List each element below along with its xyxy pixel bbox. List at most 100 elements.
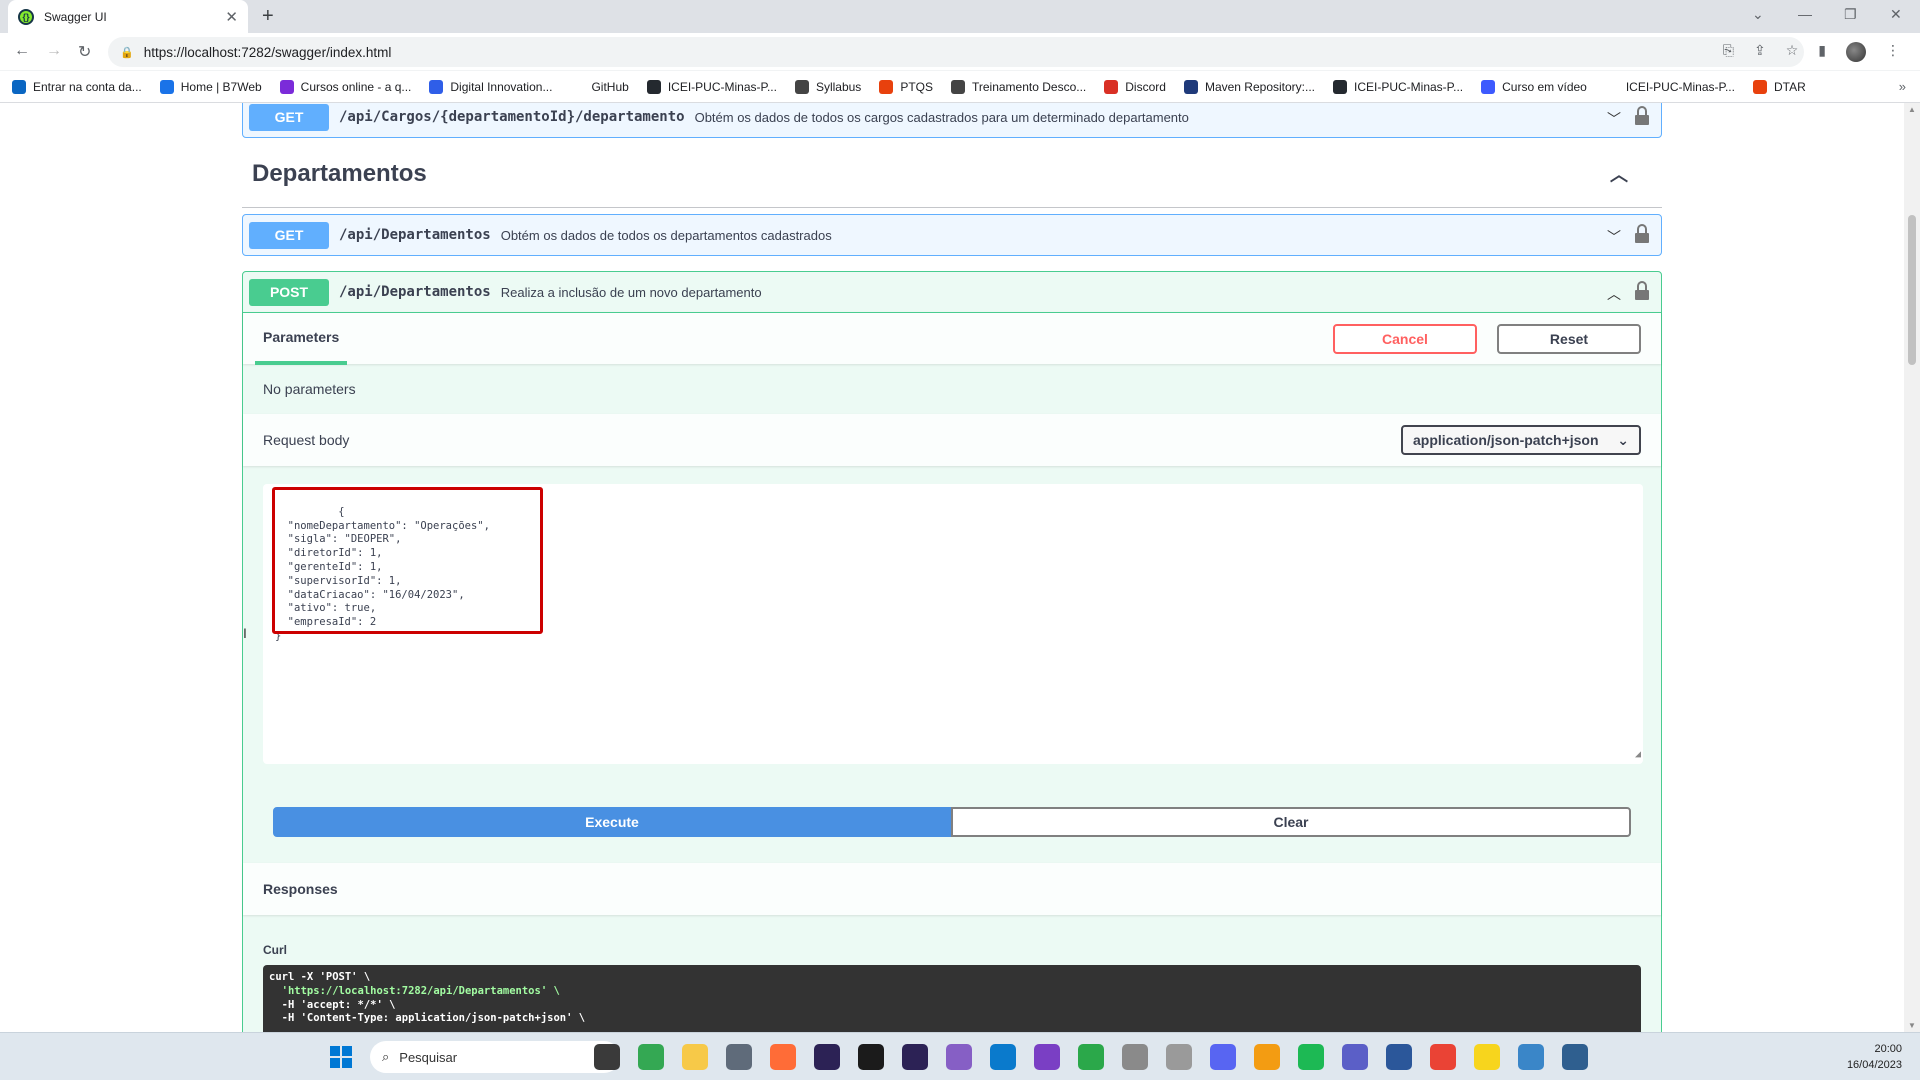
bookmark-item[interactable]: PTQS: [879, 79, 933, 94]
page-scrollbar[interactable]: ▲ ▼: [1904, 103, 1920, 1032]
browser-tab[interactable]: {} Swagger UI ✕: [8, 0, 248, 33]
teams-icon[interactable]: [1342, 1044, 1368, 1070]
bookmark-favicon-icon: [1604, 79, 1619, 94]
section-departamentos[interactable]: Departamentos ︿: [242, 140, 1662, 208]
reload-icon[interactable]: ↻: [78, 42, 91, 62]
cancel-button[interactable]: Cancel: [1333, 323, 1477, 354]
forward-icon[interactable]: →: [46, 42, 62, 60]
lock-icon[interactable]: [1635, 281, 1649, 301]
chevron-up-icon[interactable]: ︿: [1610, 161, 1628, 187]
postman-icon[interactable]: [770, 1044, 796, 1070]
box-icon[interactable]: [1254, 1044, 1280, 1070]
system-clock[interactable]: 20:00 16/04/2023: [1847, 1041, 1902, 1073]
content-type-select[interactable]: application/json-patch+json ⌄: [1401, 425, 1641, 455]
spotify-icon[interactable]: [1298, 1044, 1324, 1070]
request-body-label: Request body: [263, 432, 350, 448]
new-tab-icon[interactable]: +: [262, 5, 274, 28]
execute-button[interactable]: Execute: [273, 807, 951, 837]
bookmark-item[interactable]: GitHub: [570, 79, 629, 94]
bookmark-item[interactable]: ICEI-PUC-Minas-P...: [646, 79, 777, 94]
chrome2-icon[interactable]: [1430, 1044, 1456, 1070]
bookmark-item[interactable]: Syllabus: [794, 79, 861, 94]
bookmark-favicon-icon: [1333, 79, 1347, 94]
star-icon[interactable]: ☆: [1786, 42, 1799, 62]
chrome-icon[interactable]: [638, 1044, 664, 1070]
address-bar[interactable]: 🔒 https://localhost:7282/swagger/index.h…: [108, 37, 1804, 67]
scroll-down-icon[interactable]: ▼: [1908, 1021, 1916, 1030]
scrollbar-thumb[interactable]: [1908, 215, 1916, 365]
bookmark-item[interactable]: DTAR: [1752, 79, 1806, 94]
tab-close-icon[interactable]: ✕: [225, 8, 238, 26]
bookmark-favicon-icon: [279, 79, 294, 94]
opblock-get-cargos[interactable]: GET /api/Cargos/{departamentoId}/departa…: [242, 103, 1662, 138]
bookmark-label: Maven Repository:...: [1204, 79, 1315, 94]
settings-icon[interactable]: [726, 1044, 752, 1070]
toolbar-icons: ⎘ ⇪ ☆ ▮ ⋮: [1723, 42, 1900, 62]
discord-icon[interactable]: [1210, 1044, 1236, 1070]
back-icon[interactable]: ←: [14, 42, 30, 60]
resize-grip-icon[interactable]: ◢: [1635, 748, 1641, 762]
scroll-up-icon[interactable]: ▲: [1908, 105, 1916, 114]
bookmark-item[interactable]: Discord: [1104, 79, 1166, 94]
db-icon[interactable]: [1122, 1044, 1148, 1070]
tab-parameters[interactable]: Parameters: [255, 313, 348, 365]
bookmark-item[interactable]: Curso em vídeo: [1481, 79, 1587, 94]
bookmark-label: Entrar na conta da...: [33, 79, 142, 94]
menu-icon[interactable]: ⋮: [1886, 42, 1900, 62]
translate-icon[interactable]: ⎘: [1723, 42, 1734, 62]
word-icon[interactable]: [1386, 1044, 1412, 1070]
chevron-up-icon[interactable]: ︿: [1607, 284, 1621, 304]
reset-button[interactable]: Reset: [1497, 323, 1641, 354]
bookmarks-overflow-icon[interactable]: »: [1899, 79, 1906, 94]
profile-avatar[interactable]: [1846, 42, 1866, 62]
vscode-icon[interactable]: [990, 1044, 1016, 1070]
tab-search-icon[interactable]: ⌄: [1752, 6, 1764, 23]
eclipse-dark-icon[interactable]: [814, 1044, 840, 1070]
visual-studio-icon[interactable]: [946, 1044, 972, 1070]
bookmark-item[interactable]: Home | B7Web: [159, 79, 262, 94]
bookmark-item[interactable]: Entrar na conta da...: [12, 79, 142, 94]
bookmark-label: Curso em vídeo: [1502, 79, 1587, 94]
bookmark-item[interactable]: Treinamento Desco...: [950, 79, 1086, 94]
files-icon[interactable]: [682, 1044, 708, 1070]
chevron-down-icon[interactable]: ﹀: [1607, 109, 1621, 129]
request-body-textarea[interactable]: { "nomeDepartamento": "Operações", "sigl…: [263, 484, 1643, 764]
taskbar-search[interactable]: ⌕ Pesquisar: [370, 1041, 620, 1073]
bookmark-item[interactable]: Digital Innovation...: [429, 79, 552, 94]
bookmark-favicon-icon: [794, 79, 809, 94]
restore-icon[interactable]: ❐: [1844, 6, 1857, 23]
github-desktop-icon[interactable]: [1034, 1044, 1060, 1070]
explorer-icon[interactable]: [594, 1044, 620, 1070]
windows-start-icon[interactable]: [330, 1046, 352, 1068]
curl-line: curl -X 'POST' \: [269, 971, 371, 983]
opblock-get-departamentos[interactable]: GET /api/Departamentos Obtém os dados de…: [242, 214, 1662, 256]
minimize-icon[interactable]: —: [1798, 6, 1812, 22]
notepad-icon[interactable]: [1518, 1044, 1544, 1070]
bookmark-favicon-icon: [1752, 79, 1767, 94]
curl-line: -H 'Content-Type: application/json-patch…: [269, 1012, 586, 1025]
sidepanel-icon[interactable]: ▮: [1818, 42, 1826, 62]
endpoint-description: Obtém os dados de todos os departamentos…: [500, 227, 832, 243]
sticky-icon[interactable]: [1474, 1044, 1500, 1070]
clear-button[interactable]: Clear: [951, 807, 1631, 837]
bookmark-item[interactable]: Cursos online - a q...: [279, 79, 412, 94]
share-icon[interactable]: ⇪: [1754, 42, 1766, 62]
opblock-summary[interactable]: POST /api/Departamentos Realiza a inclus…: [243, 272, 1661, 312]
db2-icon[interactable]: [1166, 1044, 1192, 1070]
lock-icon[interactable]: [1635, 224, 1649, 244]
intellij-icon[interactable]: [858, 1044, 884, 1070]
lock-icon[interactable]: [1635, 106, 1649, 126]
close-window-icon[interactable]: ✕: [1890, 6, 1902, 23]
swagger-favicon-icon: {}: [18, 8, 34, 25]
terminal-icon[interactable]: [1562, 1044, 1588, 1070]
bookmark-label: Cursos online - a q...: [300, 79, 412, 94]
bookmark-item[interactable]: ICEI-PUC-Minas-P...: [1604, 79, 1735, 94]
tool-icon[interactable]: [1078, 1044, 1104, 1070]
bookmark-item[interactable]: ICEI-PUC-Minas-P...: [1333, 79, 1463, 94]
chevron-down-icon[interactable]: ﹀: [1607, 227, 1621, 247]
eclipse-icon[interactable]: [902, 1044, 928, 1070]
curl-code-block[interactable]: curl -X 'POST' \ 'https://localhost:7282…: [263, 965, 1641, 1032]
bookmark-item[interactable]: Maven Repository:...: [1183, 79, 1315, 94]
endpoint-path: /api/Departamentos: [339, 227, 491, 243]
responses-header: Responses: [243, 863, 1661, 915]
